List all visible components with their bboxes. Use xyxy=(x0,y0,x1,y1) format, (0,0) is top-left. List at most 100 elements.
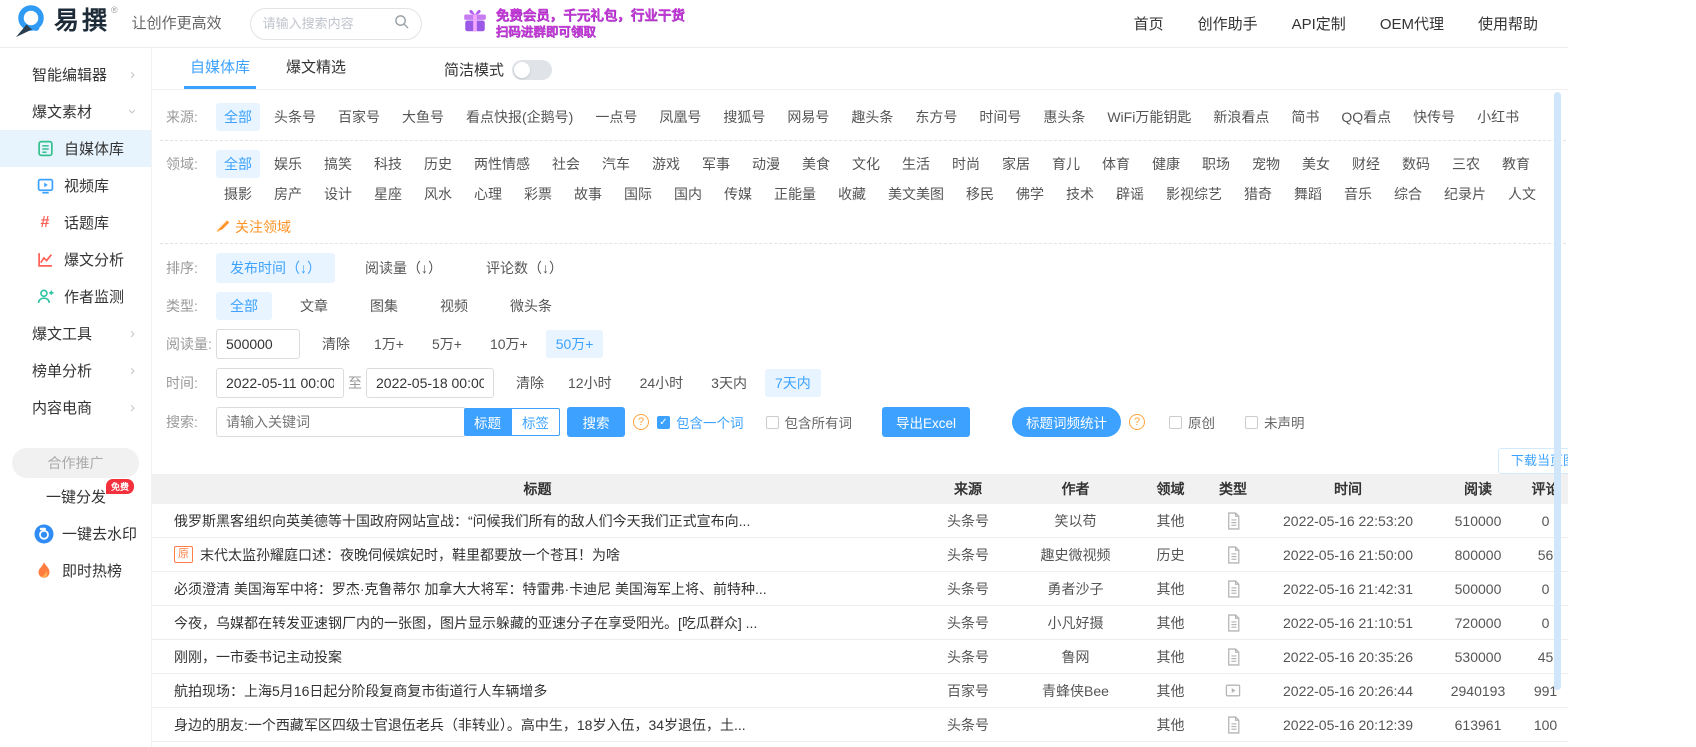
scrollbar[interactable] xyxy=(1554,92,1561,690)
field-chip[interactable]: 两性情感 xyxy=(466,150,538,178)
field-chip[interactable]: 技术 xyxy=(1058,180,1102,208)
source-chip[interactable]: 网易号 xyxy=(779,103,837,131)
field-chip[interactable]: 美文美图 xyxy=(880,180,952,208)
sidebar-promo-item[interactable]: 一键去水印 xyxy=(0,515,151,552)
type-chip[interactable]: 全部 xyxy=(216,292,272,320)
sidebar-item[interactable]: # 话题库 xyxy=(0,204,151,241)
checkbox-icon[interactable] xyxy=(765,415,779,429)
reads-chip[interactable]: 10万+ xyxy=(480,330,538,358)
field-chip[interactable]: 美食 xyxy=(794,150,838,178)
field-chip[interactable]: 房产 xyxy=(266,180,310,208)
source-chip[interactable]: 惠头条 xyxy=(1035,103,1093,131)
row-title[interactable]: 原末代太监孙耀庭口述：夜晚伺候嫔妃时，鞋里都要放一个苍耳！为啥 xyxy=(152,545,923,565)
help-icon[interactable]: ? xyxy=(1129,414,1146,430)
sort-chip[interactable]: 评论数（↓） xyxy=(472,253,577,283)
source-chip[interactable]: 简书 xyxy=(1283,103,1327,131)
field-chip[interactable]: 搞笑 xyxy=(316,150,360,178)
match-tag-button[interactable]: 标签 xyxy=(511,408,560,436)
field-chip[interactable]: 历史 xyxy=(416,150,460,178)
field-chip[interactable]: 摄影 xyxy=(216,180,260,208)
field-chip[interactable]: 人文 xyxy=(1500,180,1544,208)
sidebar-item[interactable]: 视频库 xyxy=(0,167,151,204)
type-chip[interactable]: 视频 xyxy=(426,292,482,320)
header-search[interactable] xyxy=(249,7,422,40)
sidebar-promo-item[interactable]: 一键分发 免费 xyxy=(0,478,151,515)
field-chip[interactable]: 科技 xyxy=(366,150,410,178)
header-search-input[interactable] xyxy=(262,16,383,31)
field-chip[interactable]: 三农 xyxy=(1444,150,1488,178)
sidebar-group[interactable]: 榜单分析 › xyxy=(0,352,151,389)
follow-fields-link[interactable]: 关注领域 xyxy=(216,217,1568,237)
row-title[interactable]: 今夜，乌媒都在转发亚速钢厂内的一张图，图片显示躲藏的亚速分子在享受阳光。[吃瓜群… xyxy=(152,613,923,633)
field-chip[interactable]: 教育 xyxy=(1494,150,1538,178)
field-chip[interactable]: 移民 xyxy=(958,180,1002,208)
time-chip[interactable]: 7天内 xyxy=(764,369,821,397)
field-chip[interactable]: 星座 xyxy=(366,180,410,208)
checkbox-icon[interactable] xyxy=(1245,415,1259,429)
row-title[interactable]: 航拍现场：上海5月16日起分阶段复商复市街道行人车辆增多 xyxy=(152,681,923,701)
sidebar-item[interactable]: 爆文分析 xyxy=(0,241,151,278)
source-chip[interactable]: 全部 xyxy=(216,103,260,131)
promo-banner[interactable]: 免费会员，千元礼包，行业干货 扫码进群即可领取 xyxy=(462,7,685,41)
nav-item[interactable]: 首页 xyxy=(1134,13,1164,34)
field-chip[interactable]: 社会 xyxy=(544,150,588,178)
source-chip[interactable]: 看点快报(企鹅号) xyxy=(458,103,581,131)
time-to-input[interactable] xyxy=(366,368,494,398)
sidebar-group[interactable]: 爆文素材 › xyxy=(0,93,151,130)
simple-mode-toggle[interactable] xyxy=(512,59,553,80)
nav-item[interactable]: API定制 xyxy=(1292,13,1346,34)
source-chip[interactable]: WiFi万能钥匙 xyxy=(1099,103,1199,131)
row-title[interactable]: 刚刚，一市委书记主动投案 xyxy=(152,647,923,667)
nav-item[interactable]: 创作助手 xyxy=(1198,13,1258,34)
time-chip[interactable]: 3天内 xyxy=(701,369,757,397)
time-chip[interactable]: 12小时 xyxy=(558,369,622,397)
time-clear-button[interactable]: 清除 xyxy=(516,373,544,393)
source-chip[interactable]: 趣头条 xyxy=(843,103,901,131)
field-chip[interactable]: 传媒 xyxy=(716,180,760,208)
field-chip[interactable]: 家居 xyxy=(994,150,1038,178)
field-chip[interactable]: 影视综艺 xyxy=(1158,180,1230,208)
field-chip[interactable]: 设计 xyxy=(316,180,360,208)
time-chip[interactable]: 24小时 xyxy=(630,369,694,397)
source-chip[interactable]: 头条号 xyxy=(266,103,324,131)
reads-chip[interactable]: 5万+ xyxy=(422,330,472,358)
field-chip[interactable]: 纪录片 xyxy=(1436,180,1494,208)
reads-clear-button[interactable]: 清除 xyxy=(322,334,350,354)
field-chip[interactable]: 风水 xyxy=(416,180,460,208)
field-chip[interactable]: 文化 xyxy=(844,150,888,178)
undeclared-checkbox[interactable]: 未声明 xyxy=(1245,412,1305,432)
type-chip[interactable]: 文章 xyxy=(286,292,342,320)
logo[interactable]: 易撰 ® xyxy=(0,3,118,44)
source-chip[interactable]: 凤凰号 xyxy=(651,103,709,131)
source-chip[interactable]: 东方号 xyxy=(907,103,965,131)
checkbox-icon[interactable] xyxy=(1169,415,1183,429)
field-chip[interactable]: 生活 xyxy=(894,150,938,178)
field-chip[interactable]: 游戏 xyxy=(644,150,688,178)
field-chip[interactable]: 心理 xyxy=(466,180,510,208)
source-chip[interactable]: 搜狐号 xyxy=(715,103,773,131)
field-chip[interactable]: 辟谣 xyxy=(1108,180,1152,208)
tab-media-library[interactable]: 自媒体库 xyxy=(183,56,257,89)
field-chip[interactable]: 综合 xyxy=(1386,180,1430,208)
field-chip[interactable]: 动漫 xyxy=(744,150,788,178)
time-from-input[interactable] xyxy=(216,368,344,398)
source-chip[interactable]: QQ看点 xyxy=(1333,103,1399,131)
row-title[interactable]: 俄罗斯黑客组织向英美德等十国政府网站宣战：“问候我们所有的敌人们今天我们正式宣布… xyxy=(152,511,923,531)
field-chip[interactable]: 彩票 xyxy=(516,180,560,208)
match-title-button[interactable]: 标题 xyxy=(464,408,511,436)
field-chip[interactable]: 宠物 xyxy=(1244,150,1288,178)
keyword-input[interactable] xyxy=(216,407,466,437)
field-chip[interactable]: 故事 xyxy=(566,180,610,208)
source-chip[interactable]: 时间号 xyxy=(971,103,1029,131)
field-chip[interactable]: 数码 xyxy=(1394,150,1438,178)
source-chip[interactable]: 新浪看点 xyxy=(1205,103,1277,131)
export-excel-button[interactable]: 导出Excel xyxy=(882,407,971,437)
help-icon[interactable]: ? xyxy=(633,414,649,430)
title-word-freq-button[interactable]: 标题词频统计 xyxy=(1012,407,1122,437)
field-chip[interactable]: 舞蹈 xyxy=(1286,180,1330,208)
source-chip[interactable]: 大鱼号 xyxy=(394,103,452,131)
field-chip[interactable]: 国内 xyxy=(666,180,710,208)
tab-hot-articles[interactable]: 爆文精选 xyxy=(286,56,346,89)
row-title[interactable]: 必须澄清 美国海军中将：罗杰·克鲁蒂尔 加拿大大将军：特雷弗·卡迪尼 美国海军上… xyxy=(152,579,923,599)
field-chip[interactable]: 正能量 xyxy=(766,180,824,208)
